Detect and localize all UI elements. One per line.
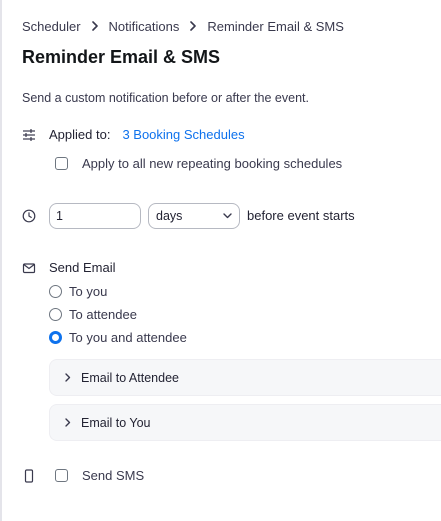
left-divider bbox=[0, 0, 2, 521]
before-event-label: before event starts bbox=[247, 208, 355, 223]
apply-all-checkbox[interactable] bbox=[55, 157, 68, 170]
applied-to-row: Applied to: 3 Booking Schedules bbox=[49, 127, 245, 142]
radio-label: To you bbox=[69, 284, 108, 299]
radio-to-attendee[interactable]: To attendee bbox=[49, 307, 137, 322]
radio-button[interactable] bbox=[49, 285, 62, 298]
accordion-email-to-attendee[interactable]: Email to Attendee bbox=[49, 359, 441, 396]
chevron-right-icon bbox=[189, 21, 197, 31]
chevron-right-icon bbox=[91, 21, 99, 31]
send-sms-label: Send SMS bbox=[82, 468, 145, 483]
reminder-unit-select[interactable]: days bbox=[148, 203, 240, 229]
breadcrumb-scheduler[interactable]: Scheduler bbox=[22, 19, 81, 34]
page-description: Send a custom notification before or aft… bbox=[22, 91, 309, 105]
radio-to-you-and-attendee[interactable]: To you and attendee bbox=[49, 330, 187, 345]
phone-icon bbox=[24, 469, 34, 483]
breadcrumb: Scheduler Notifications Reminder Email &… bbox=[22, 18, 344, 34]
send-sms-checkbox[interactable] bbox=[55, 469, 68, 482]
page-title: Reminder Email & SMS bbox=[22, 47, 221, 67]
apply-all-label: Apply to all new repeating booking sched… bbox=[82, 156, 343, 171]
breadcrumb-current: Reminder Email & SMS bbox=[207, 18, 344, 34]
clock-icon bbox=[22, 209, 36, 223]
reminder-amount-input[interactable] bbox=[49, 203, 141, 229]
send-sms-row[interactable]: Send SMS bbox=[55, 468, 144, 483]
chevron-right-icon bbox=[65, 418, 71, 427]
applied-to-label: Applied to: bbox=[49, 127, 111, 142]
radio-to-you[interactable]: To you bbox=[49, 284, 107, 299]
radio-button[interactable] bbox=[49, 308, 62, 321]
envelope-icon bbox=[22, 262, 36, 274]
sliders-icon bbox=[22, 128, 36, 142]
radio-button-selected[interactable] bbox=[49, 331, 62, 344]
accordion-label: Email to You bbox=[81, 415, 151, 430]
chevron-right-icon bbox=[65, 373, 71, 382]
apply-all-row[interactable]: Apply to all new repeating booking sched… bbox=[55, 156, 342, 171]
accordion-email-to-you[interactable]: Email to You bbox=[49, 404, 441, 441]
accordion-label: Email to Attendee bbox=[81, 370, 179, 385]
radio-label: To attendee bbox=[69, 307, 137, 322]
booking-schedules-link[interactable]: 3 Booking Schedules bbox=[122, 127, 244, 142]
chevron-down-icon bbox=[223, 213, 232, 219]
radio-label: To you and attendee bbox=[69, 330, 187, 345]
send-email-label: Send Email bbox=[49, 260, 116, 275]
breadcrumb-notifications[interactable]: Notifications bbox=[109, 19, 180, 34]
reminder-unit-value: days bbox=[156, 209, 183, 223]
